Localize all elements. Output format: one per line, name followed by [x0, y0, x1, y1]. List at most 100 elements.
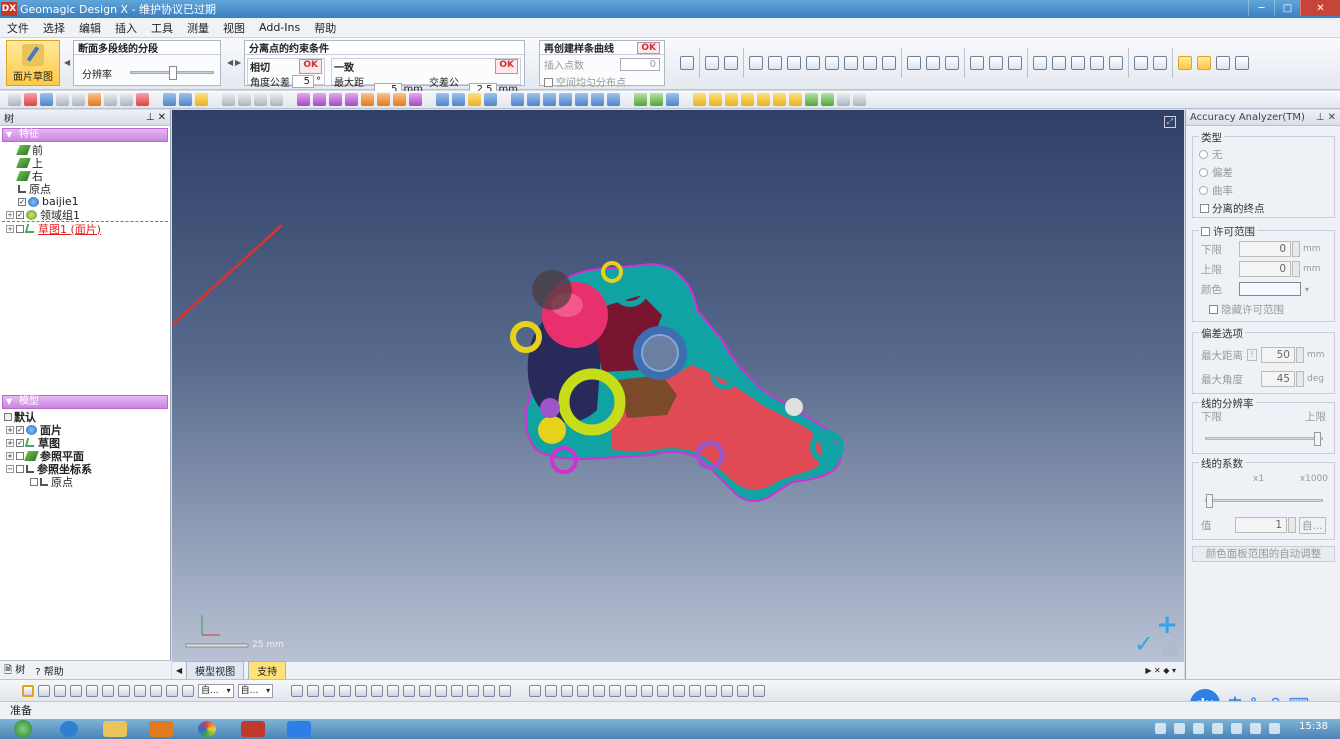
factor-value-input[interactable]: 1 [1235, 517, 1287, 533]
tree-item-default[interactable]: 默认 [0, 410, 170, 424]
hide-tolerance-checkbox[interactable] [1209, 304, 1218, 314]
tree-item-sketch[interactable]: + ✓ 草图 [0, 436, 170, 450]
select-paint-icon[interactable] [86, 684, 98, 697]
tray-icon[interactable] [1212, 723, 1223, 734]
type-none-radio[interactable]: 无 [1199, 145, 1334, 163]
display-3-icon[interactable] [561, 684, 574, 697]
display-11-icon[interactable] [689, 684, 702, 697]
select-invert-icon[interactable] [150, 684, 162, 697]
max-angle-input[interactable]: 45 [1261, 371, 1295, 387]
move-entity-icon[interactable] [1052, 56, 1066, 70]
tab-scroll-left-icon[interactable]: ◀ [176, 666, 182, 675]
model-section-header[interactable]: 模型 [2, 395, 168, 409]
select-circle-icon[interactable] [38, 684, 50, 697]
collapse-left-icon[interactable]: ◀ [64, 58, 70, 67]
visibility-checkbox[interactable]: ✓ [16, 210, 24, 219]
3d-viewport[interactable]: 25 mm ⤢ + ✓ [172, 110, 1184, 661]
display-2-icon[interactable] [545, 684, 558, 697]
collapse-icon[interactable]: − [6, 464, 14, 473]
visibility-checkbox[interactable] [16, 464, 24, 473]
mesh-display-icon[interactable] [634, 93, 647, 106]
filter-2-icon[interactable] [709, 93, 722, 106]
select-rect-icon[interactable] [22, 684, 34, 697]
view-top-icon[interactable] [484, 93, 497, 106]
pattern-icon[interactable] [1090, 56, 1104, 70]
display-5-icon[interactable] [593, 684, 606, 697]
menu-help[interactable]: 帮助 [307, 20, 343, 36]
menu-addins[interactable]: Add-Ins [252, 21, 307, 34]
select-through-icon[interactable] [182, 684, 194, 697]
color-swatch[interactable] [1239, 282, 1301, 296]
text-icon[interactable] [1153, 56, 1167, 70]
type-curvature-radio[interactable]: 曲率 [1199, 181, 1334, 199]
tangent-ok-button[interactable]: OK [299, 59, 322, 74]
polyline-icon[interactable] [882, 56, 896, 70]
view-back-icon[interactable] [452, 93, 465, 106]
expand-icon[interactable]: + [6, 451, 14, 460]
chamfer-icon[interactable] [926, 56, 940, 70]
filter-note-icon[interactable] [499, 684, 512, 697]
filter-6-icon[interactable] [773, 93, 786, 106]
maximize-view-icon[interactable]: ⤢ [1164, 116, 1176, 128]
add-icon[interactable]: + [1156, 610, 1178, 640]
selection-filter-combo[interactable]: 自... [198, 683, 234, 698]
filter-4-icon[interactable] [741, 93, 754, 106]
view-bottom-icon[interactable] [543, 93, 556, 106]
filter-edge-icon[interactable] [339, 684, 352, 697]
minimize-button[interactable]: ─ [1248, 0, 1274, 16]
angle-tolerance-input[interactable]: 5 [292, 75, 314, 88]
smart-dimension-icon[interactable] [1216, 56, 1230, 70]
tree-item-origin[interactable]: 原点 [0, 182, 170, 196]
filter-csys-icon[interactable] [467, 684, 480, 697]
redo-icon[interactable] [120, 93, 133, 106]
tree-item-ref-csys[interactable]: − 参照坐标系 [0, 462, 170, 476]
coincident-ok-button[interactable]: OK [495, 59, 518, 74]
texture-icon[interactable] [409, 93, 422, 106]
split-icon[interactable] [1008, 56, 1022, 70]
visibility-checkbox[interactable] [16, 451, 24, 460]
open-icon[interactable] [24, 93, 37, 106]
filter-11-icon[interactable] [853, 93, 866, 106]
filter-region-icon[interactable] [307, 684, 320, 697]
max-distance-lock-icon[interactable]: ! [1247, 349, 1257, 361]
tray-icon[interactable] [1155, 723, 1166, 734]
expand-icon[interactable]: + [6, 224, 14, 233]
trim-icon[interactable] [970, 56, 984, 70]
display-7-icon[interactable] [625, 684, 638, 697]
convert-entity-icon[interactable] [1033, 56, 1047, 70]
filter-7-icon[interactable] [789, 93, 802, 106]
filter-3-icon[interactable] [725, 93, 738, 106]
tray-icon[interactable] [1269, 723, 1280, 734]
select-lasso-icon[interactable] [70, 684, 82, 697]
tab-nav-icons[interactable]: ▶ ✕ ◆ ▾ [1145, 666, 1176, 675]
tree-item-top[interactable]: 上 [0, 156, 170, 170]
extract-contour-icon[interactable] [705, 56, 719, 70]
freeform-icon[interactable] [863, 56, 877, 70]
select-flood-icon[interactable] [102, 684, 114, 697]
light-icon[interactable] [361, 93, 374, 106]
filter-face-icon[interactable] [355, 684, 368, 697]
start-button[interactable] [0, 719, 46, 739]
select-all-icon[interactable] [166, 684, 178, 697]
cancel-brush-icon[interactable] [1162, 640, 1178, 656]
rectangle-icon[interactable] [768, 56, 782, 70]
menu-select[interactable]: 选择 [36, 20, 72, 36]
color-dropdown-icon[interactable]: ▾ [1305, 285, 1309, 294]
dimension-icon[interactable] [1134, 56, 1148, 70]
display-12-icon[interactable] [705, 684, 718, 697]
display-13-icon[interactable] [721, 684, 734, 697]
view-shaded-icon[interactable] [607, 93, 620, 106]
zoom-fit-icon[interactable] [222, 93, 235, 106]
tab-model-view[interactable]: 模型视图 [186, 661, 245, 680]
select-polygon-icon[interactable] [54, 684, 66, 697]
expand-icon[interactable]: + [6, 438, 14, 447]
resolution-slider[interactable] [130, 66, 214, 80]
tree-item-baijie1[interactable]: ✓ baijie1 [0, 195, 170, 208]
display-9-icon[interactable] [657, 684, 670, 697]
circular-pattern-icon[interactable] [1109, 56, 1123, 70]
tree-item-region-group[interactable]: + ✓ 领域组1 [0, 208, 170, 222]
factor-value-spinner[interactable] [1288, 517, 1296, 533]
select-mode-icon[interactable] [163, 93, 176, 106]
line-icon[interactable] [749, 56, 763, 70]
type-deviation-radio[interactable]: 偏差 [1199, 163, 1334, 181]
